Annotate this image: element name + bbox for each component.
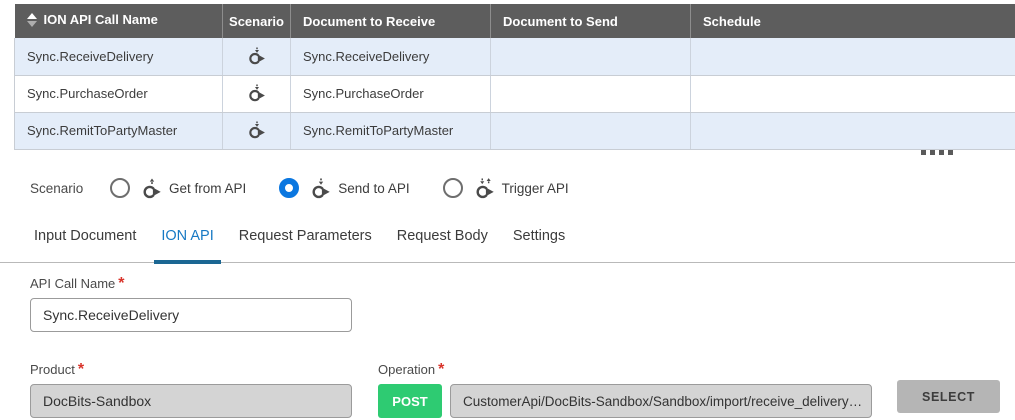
operation-path-value: CustomerApi/DocBits-Sandbox/Sandbox/impo… (450, 384, 872, 418)
api-call-name-input[interactable] (30, 298, 352, 332)
column-header-schedule[interactable]: Schedule (691, 4, 1015, 38)
cell-schedule[interactable] (691, 75, 1015, 112)
column-header-ion-api-call-name[interactable]: ION API Call Name (15, 4, 223, 38)
scenario-radio-group: Scenario Get from API Send to API (30, 176, 602, 200)
operation-field: Operation* POST CustomerApi/DocBits-Sand… (378, 361, 872, 418)
table-header: ION API Call Name Scenario Document to R… (15, 4, 1015, 38)
cell-api-call-name[interactable]: Sync.PurchaseOrder (15, 75, 223, 112)
operation-label: Operation (378, 362, 435, 377)
send-to-api-icon (310, 177, 332, 199)
product-label: Product (30, 362, 75, 377)
cell-document-to-receive[interactable]: Sync.RemitToPartyMaster (291, 112, 491, 149)
sort-icon[interactable] (27, 13, 37, 27)
product-input (30, 384, 352, 418)
radio-option-label: Trigger API (502, 181, 569, 196)
radio-button[interactable] (443, 178, 463, 198)
cell-scenario[interactable] (223, 38, 291, 75)
required-asterisk: * (118, 275, 124, 292)
cell-document-to-send[interactable] (491, 38, 691, 75)
tab-request-body[interactable]: Request Body (396, 224, 489, 263)
product-field: Product* (30, 361, 352, 418)
tab-input-document[interactable]: Input Document (33, 224, 137, 263)
radio-option-trigger-api[interactable]: Trigger API (443, 177, 569, 199)
cell-document-to-send[interactable] (491, 75, 691, 112)
required-asterisk: * (438, 361, 444, 378)
column-label: ION API Call Name (44, 12, 158, 27)
cell-api-call-name[interactable]: Sync.RemitToPartyMaster (15, 112, 223, 149)
api-calls-table: ION API Call Name Scenario Document to R… (14, 4, 1015, 150)
api-call-name-label: API Call Name (30, 276, 115, 291)
select-operation-button[interactable]: SELECT (897, 380, 1000, 413)
radio-option-label: Get from API (169, 181, 246, 196)
send-to-api-icon (247, 119, 267, 142)
radio-option-send-to-api[interactable]: Send to API (279, 177, 409, 199)
send-to-api-icon (247, 82, 267, 105)
ion-api-form: API Call Name* Product* Operation* POST … (30, 275, 1015, 414)
cell-document-to-receive[interactable]: Sync.ReceiveDelivery (291, 38, 491, 75)
cell-document-to-send[interactable] (491, 112, 691, 149)
trigger-api-icon (474, 177, 496, 199)
radio-button-selected[interactable] (279, 178, 299, 198)
table-row[interactable]: Sync.PurchaseOrder Sync.PurchaseOrder (15, 75, 1015, 112)
tab-request-parameters[interactable]: Request Parameters (238, 224, 373, 263)
cell-schedule[interactable] (691, 38, 1015, 75)
tab-settings[interactable]: Settings (512, 224, 566, 263)
cell-scenario[interactable] (223, 75, 291, 112)
get-from-api-icon (141, 177, 163, 199)
radio-option-label: Send to API (338, 181, 409, 196)
table-row[interactable]: Sync.ReceiveDelivery Sync.ReceiveDeliver… (15, 38, 1015, 75)
radio-option-get-from-api[interactable]: Get from API (110, 177, 246, 199)
column-header-document-to-send[interactable]: Document to Send (491, 4, 691, 38)
detail-tabs: Input Document ION API Request Parameter… (0, 224, 1015, 263)
cell-scenario[interactable] (223, 112, 291, 149)
scenario-group-label: Scenario (30, 181, 110, 196)
required-asterisk: * (78, 361, 84, 378)
column-header-document-to-receive[interactable]: Document to Receive (291, 4, 491, 38)
http-method-badge: POST (378, 384, 442, 418)
drag-handle-icon[interactable] (921, 150, 953, 155)
radio-button[interactable] (110, 178, 130, 198)
send-to-api-icon (247, 45, 267, 68)
column-header-scenario[interactable]: Scenario (223, 4, 291, 38)
api-call-name-field: API Call Name* (30, 275, 1015, 332)
cell-api-call-name[interactable]: Sync.ReceiveDelivery (15, 38, 223, 75)
cell-document-to-receive[interactable]: Sync.PurchaseOrder (291, 75, 491, 112)
table-row[interactable]: Sync.RemitToPartyMaster Sync.RemitToPart… (15, 112, 1015, 149)
tab-ion-api[interactable]: ION API (160, 224, 214, 263)
cell-schedule[interactable] (691, 112, 1015, 149)
